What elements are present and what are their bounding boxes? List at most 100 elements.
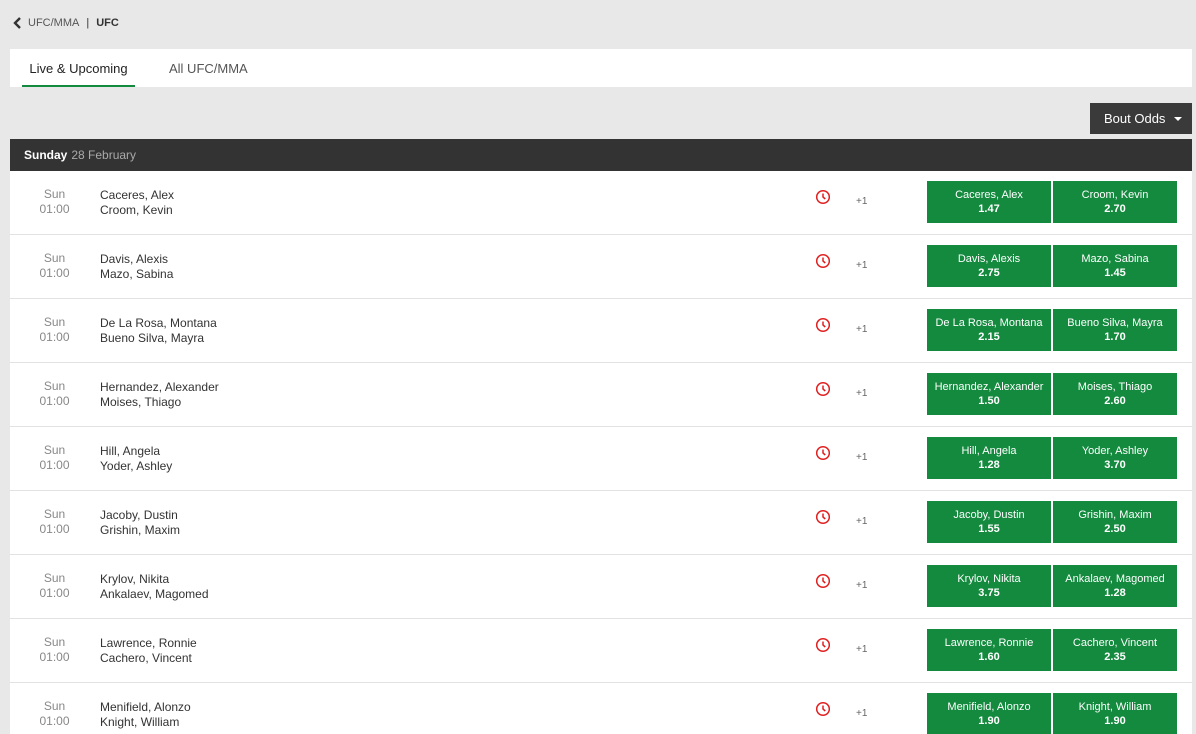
event-fighters[interactable]: Krylov, Nikita Ankalaev, Magomed [100, 572, 209, 602]
odds-price: 1.45 [1104, 267, 1126, 279]
event-time: Sun 01:00 [32, 699, 77, 729]
event-row[interactable]: Sun 01:00 Jacoby, Dustin Grishin, Maxim … [10, 491, 1192, 555]
odds-selection-name: Knight, William [1078, 701, 1152, 713]
odds-button-fighter-2[interactable]: Bueno Silva, Mayra 1.70 [1053, 309, 1177, 351]
event-fighters[interactable]: Lawrence, Ronnie Cachero, Vincent [100, 636, 197, 666]
odds-group: Menifield, Alonzo 1.90 Knight, William 1… [927, 693, 1177, 734]
odds-group: De La Rosa, Montana 2.15 Bueno Silva, Ma… [927, 309, 1177, 351]
event-start-time: 01:00 [39, 522, 70, 536]
odds-price: 1.28 [1104, 587, 1126, 599]
event-fighters[interactable]: Caceres, Alex Croom, Kevin [100, 188, 174, 218]
event-day: Sun [43, 187, 66, 201]
odds-button-fighter-2[interactable]: Ankalaev, Magomed 1.28 [1053, 565, 1177, 607]
odds-price: 1.28 [978, 459, 1000, 471]
odds-price: 2.15 [978, 331, 1000, 343]
fighter-1-name: Menifield, Alonzo [100, 700, 191, 714]
event-row[interactable]: Sun 01:00 Hill, Angela Yoder, Ashley +1 … [10, 427, 1192, 491]
clock-icon [815, 637, 831, 653]
more-markets-link[interactable]: +1 [856, 708, 867, 719]
odds-button-fighter-1[interactable]: Krylov, Nikita 3.75 [927, 565, 1051, 607]
more-markets-link[interactable]: +1 [856, 644, 867, 655]
odds-selection-name: De La Rosa, Montana [935, 317, 1043, 329]
event-time: Sun 01:00 [32, 379, 77, 409]
event-start-time: 01:00 [39, 330, 70, 344]
odds-group: Hernandez, Alexander 1.50 Moises, Thiago… [927, 373, 1177, 415]
breadcrumb-separator: | [86, 17, 90, 29]
event-row[interactable]: Sun 01:00 Hernandez, Alexander Moises, T… [10, 363, 1192, 427]
odds-button-fighter-2[interactable]: Moises, Thiago 2.60 [1053, 373, 1177, 415]
clock-icon [815, 701, 831, 717]
odds-button-fighter-1[interactable]: Hill, Angela 1.28 [927, 437, 1051, 479]
odds-price: 1.47 [978, 203, 1000, 215]
event-time: Sun 01:00 [32, 251, 77, 281]
event-day: Sun [43, 699, 66, 713]
event-fighters[interactable]: Jacoby, Dustin Grishin, Maxim [100, 508, 180, 538]
event-row[interactable]: Sun 01:00 Menifield, Alonzo Knight, Will… [10, 683, 1192, 734]
event-row[interactable]: Sun 01:00 Lawrence, Ronnie Cachero, Vinc… [10, 619, 1192, 683]
more-markets-link[interactable]: +1 [856, 580, 867, 591]
market-type-label: Bout Odds [1104, 111, 1166, 126]
fighter-1-name: Hill, Angela [100, 444, 161, 458]
clock-icon [815, 573, 831, 589]
fighter-2-name: Moises, Thiago [100, 395, 182, 409]
event-fighters[interactable]: Menifield, Alonzo Knight, William [100, 700, 191, 730]
tab-live-upcoming[interactable]: Live & Upcoming [22, 49, 135, 87]
more-markets-link[interactable]: +1 [856, 196, 867, 207]
more-markets-link[interactable]: +1 [856, 516, 867, 527]
odds-button-fighter-2[interactable]: Cachero, Vincent 2.35 [1053, 629, 1177, 671]
odds-group: Jacoby, Dustin 1.55 Grishin, Maxim 2.50 [927, 501, 1177, 543]
event-start-time: 01:00 [39, 458, 70, 472]
odds-price: 1.55 [978, 523, 1000, 535]
odds-button-fighter-1[interactable]: Menifield, Alonzo 1.90 [927, 693, 1051, 734]
fighter-1-name: De La Rosa, Montana [100, 316, 217, 330]
event-start-time: 01:00 [39, 714, 70, 728]
odds-button-fighter-1[interactable]: Caceres, Alex 1.47 [927, 181, 1051, 223]
clock-icon [815, 509, 831, 525]
event-time: Sun 01:00 [32, 443, 77, 473]
odds-button-fighter-2[interactable]: Mazo, Sabina 1.45 [1053, 245, 1177, 287]
odds-button-fighter-1[interactable]: De La Rosa, Montana 2.15 [927, 309, 1051, 351]
event-fighters[interactable]: Hernandez, Alexander Moises, Thiago [100, 380, 219, 410]
fighter-2-name: Mazo, Sabina [100, 267, 174, 281]
odds-button-fighter-2[interactable]: Knight, William 1.90 [1053, 693, 1177, 734]
day-header: Sunday 28 February [10, 139, 1192, 171]
odds-button-fighter-2[interactable]: Yoder, Ashley 3.70 [1053, 437, 1177, 479]
odds-button-fighter-1[interactable]: Lawrence, Ronnie 1.60 [927, 629, 1051, 671]
odds-button-fighter-1[interactable]: Jacoby, Dustin 1.55 [927, 501, 1051, 543]
event-row[interactable]: Sun 01:00 Krylov, Nikita Ankalaev, Magom… [10, 555, 1192, 619]
breadcrumb-parent-link[interactable]: UFC/MMA [28, 17, 79, 29]
clock-icon [815, 317, 831, 333]
event-time: Sun 01:00 [32, 315, 77, 345]
odds-button-fighter-2[interactable]: Grishin, Maxim 2.50 [1053, 501, 1177, 543]
event-row[interactable]: Sun 01:00 Davis, Alexis Mazo, Sabina +1 … [10, 235, 1192, 299]
event-fighters[interactable]: Hill, Angela Yoder, Ashley [100, 444, 172, 474]
odds-group: Hill, Angela 1.28 Yoder, Ashley 3.70 [927, 437, 1177, 479]
fighter-2-name: Knight, William [100, 715, 180, 729]
clock-icon [815, 381, 831, 397]
more-markets-link[interactable]: +1 [856, 260, 867, 271]
odds-button-fighter-2[interactable]: Croom, Kevin 2.70 [1053, 181, 1177, 223]
fighter-1-name: Jacoby, Dustin [100, 508, 178, 522]
odds-price: 1.90 [978, 715, 1000, 727]
odds-selection-name: Davis, Alexis [957, 253, 1021, 265]
odds-selection-name: Hill, Angela [961, 445, 1017, 457]
clock-icon [815, 445, 831, 461]
fighter-1-name: Lawrence, Ronnie [100, 636, 197, 650]
odds-selection-name: Yoder, Ashley [1081, 445, 1149, 457]
event-row[interactable]: Sun 01:00 Caceres, Alex Croom, Kevin +1 … [10, 171, 1192, 235]
more-markets-link[interactable]: +1 [856, 388, 867, 399]
more-markets-link[interactable]: +1 [856, 452, 867, 463]
event-fighters[interactable]: De La Rosa, Montana Bueno Silva, Mayra [100, 316, 217, 346]
odds-button-fighter-1[interactable]: Davis, Alexis 2.75 [927, 245, 1051, 287]
odds-price: 2.60 [1104, 395, 1126, 407]
market-type-dropdown[interactable]: Bout Odds [1090, 103, 1192, 134]
event-start-time: 01:00 [39, 266, 70, 280]
more-markets-link[interactable]: +1 [856, 324, 867, 335]
back-chevron-icon[interactable] [10, 16, 24, 30]
event-time: Sun 01:00 [32, 635, 77, 665]
event-row[interactable]: Sun 01:00 De La Rosa, Montana Bueno Silv… [10, 299, 1192, 363]
fighter-1-name: Caceres, Alex [100, 188, 175, 202]
odds-button-fighter-1[interactable]: Hernandez, Alexander 1.50 [927, 373, 1051, 415]
tab-all-ufc-mma[interactable]: All UFC/MMA [169, 49, 248, 87]
event-fighters[interactable]: Davis, Alexis Mazo, Sabina [100, 252, 173, 282]
